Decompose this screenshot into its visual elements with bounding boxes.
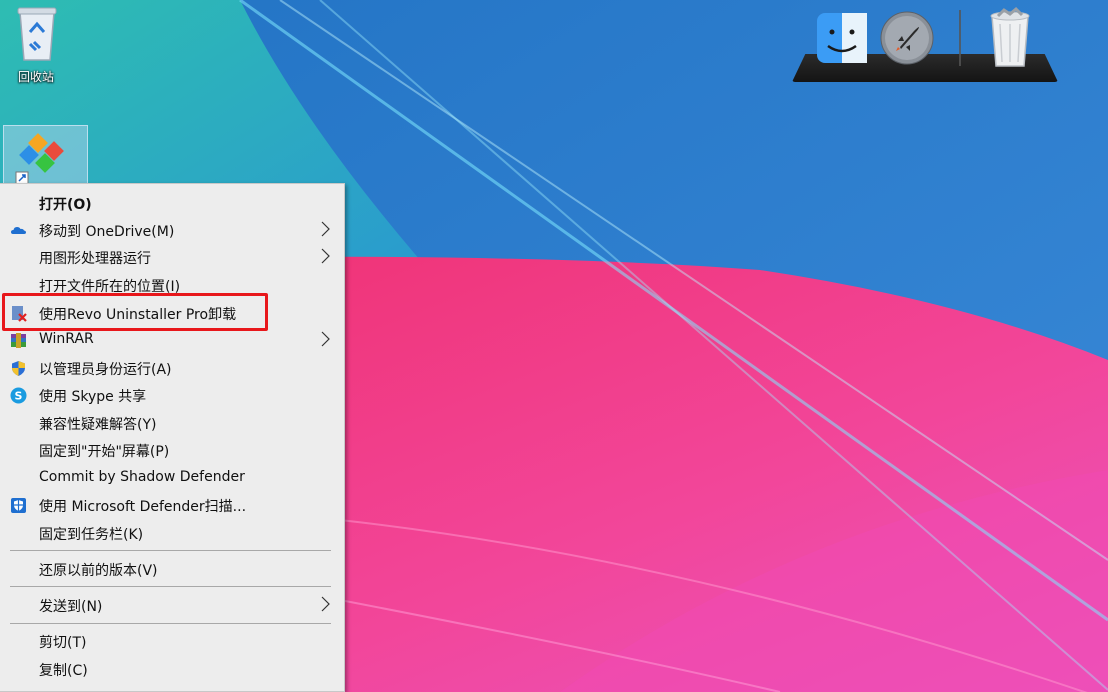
chevron-right-icon xyxy=(321,331,330,347)
finder-icon[interactable] xyxy=(816,12,868,66)
menu-item-label: 还原以前的版本(V) xyxy=(39,563,158,579)
menu-item-label: Commit by Shadow Defender xyxy=(39,469,245,485)
menu-item-send-to[interactable]: 发送到(N) xyxy=(0,592,344,619)
app-diamond-icon xyxy=(15,133,64,185)
menu-item-label: 复制(C) xyxy=(39,663,88,679)
menu-item-compatibility-troubleshoot[interactable]: 兼容性疑难解答(Y) xyxy=(0,410,344,437)
menu-item-winrar[interactable]: WinRAR xyxy=(0,327,344,354)
menu-item-cut[interactable]: 剪切(T) xyxy=(0,628,344,655)
menu-item-label: 剪切(T) xyxy=(39,635,87,651)
menu-item-move-to-onedrive[interactable]: 移动到 OneDrive(M) xyxy=(0,217,344,244)
menu-separator xyxy=(10,623,331,624)
menu-item-label: 固定到任务栏(K) xyxy=(39,527,144,543)
menu-item-pin-to-start[interactable]: 固定到"开始"屏幕(P) xyxy=(0,437,344,464)
winrar-icon xyxy=(11,333,26,348)
menu-item-label: 使用 Microsoft Defender扫描... xyxy=(39,499,247,515)
dock xyxy=(792,2,1060,82)
launchpad-icon[interactable] xyxy=(880,11,934,65)
recycle-bin-icon xyxy=(17,7,57,61)
menu-item-pin-to-taskbar[interactable]: 固定到任务栏(K) xyxy=(0,520,344,547)
chevron-right-icon xyxy=(321,248,330,264)
menu-item-label: 固定到"开始"屏幕(P) xyxy=(39,444,170,460)
menu-item-label: 打开(O) xyxy=(39,197,92,213)
chevron-right-icon xyxy=(321,596,330,612)
menu-item-label: 用图形处理器运行 xyxy=(39,251,151,267)
selected-app-shortcut[interactable] xyxy=(3,125,88,187)
recycle-bin-label: 回收站 xyxy=(18,70,55,84)
onedrive-icon xyxy=(11,227,26,234)
menu-item-commit-shadow-defender[interactable]: Commit by Shadow Defender xyxy=(0,465,344,492)
context-menu: 打开(O) 移动到 OneDrive(M) 用图形处理器运行 打开文件所在的位置… xyxy=(0,183,345,692)
desktop: 回收站 打开(O) 移动到 OneDrive(M) 用图形处理器运行 打开文件所… xyxy=(0,0,1108,692)
menu-item-run-with-gpu[interactable]: 用图形处理器运行 xyxy=(0,244,344,271)
uac-shield-icon xyxy=(12,361,25,376)
menu-item-restore-previous-versions[interactable]: 还原以前的版本(V) xyxy=(0,556,344,583)
dock-separator xyxy=(959,10,961,66)
menu-item-label: 兼容性疑难解答(Y) xyxy=(39,417,157,433)
chevron-right-icon xyxy=(321,221,330,237)
trash-icon[interactable] xyxy=(984,6,1036,67)
defender-icon xyxy=(11,498,26,513)
menu-item-run-as-admin[interactable]: 以管理员身份运行(A) xyxy=(0,355,344,382)
menu-item-label: 发送到(N) xyxy=(39,599,103,615)
annotation-highlight-box xyxy=(2,293,268,331)
menu-item-open[interactable]: 打开(O) xyxy=(0,190,344,217)
menu-item-label: WinRAR xyxy=(39,331,94,347)
skype-icon: S xyxy=(10,387,27,404)
menu-item-defender-scan[interactable]: 使用 Microsoft Defender扫描... xyxy=(0,492,344,519)
menu-item-label: 移动到 OneDrive(M) xyxy=(39,224,175,240)
menu-separator xyxy=(10,550,331,551)
menu-item-label: 以管理员身份运行(A) xyxy=(39,362,172,378)
menu-item-label: 使用 Skype 共享 xyxy=(39,389,147,405)
svg-text:S: S xyxy=(15,390,23,403)
menu-item-copy[interactable]: 复制(C) xyxy=(0,656,344,683)
menu-separator xyxy=(10,586,331,587)
menu-item-share-skype[interactable]: S 使用 Skype 共享 xyxy=(0,382,344,409)
recycle-bin-desktop-icon[interactable]: 回收站 xyxy=(12,4,62,84)
